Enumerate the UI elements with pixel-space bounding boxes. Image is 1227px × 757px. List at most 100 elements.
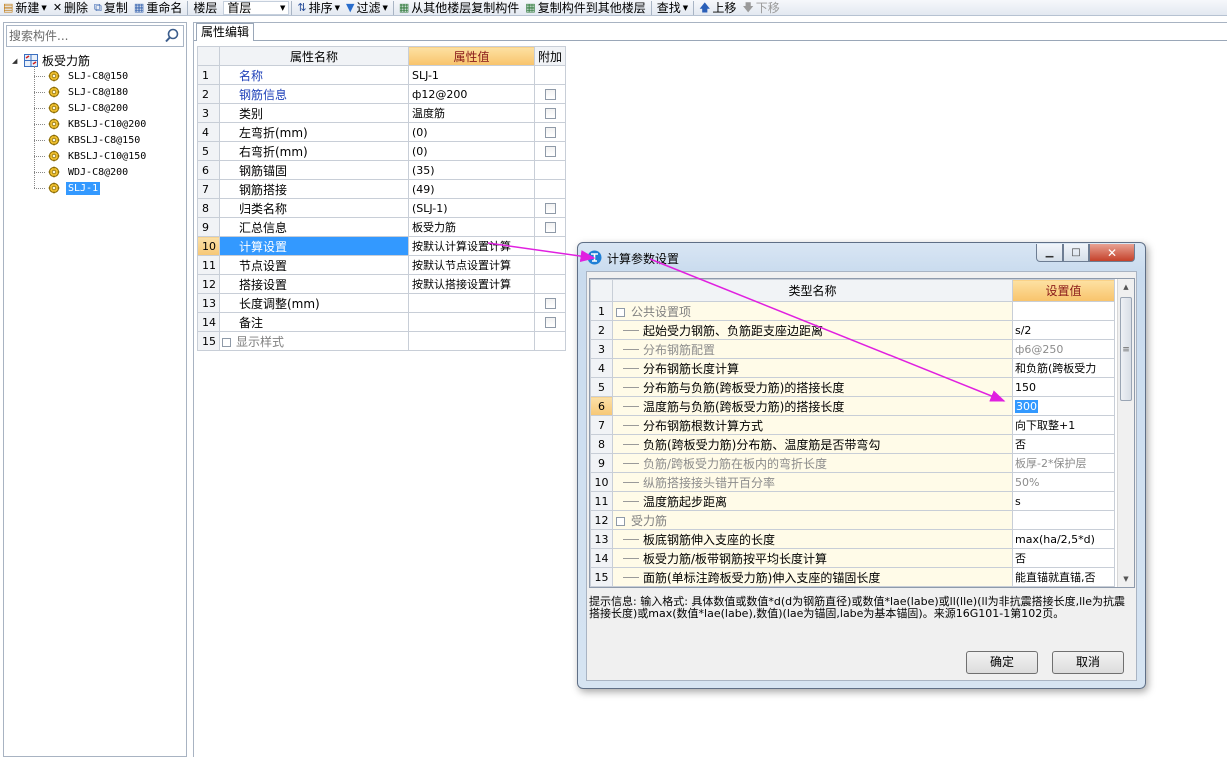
property-name[interactable]: 归类名称: [219, 198, 409, 218]
tab-property-edit[interactable]: 属性编辑: [196, 23, 255, 41]
search-icon[interactable]: [164, 28, 180, 44]
setting-name[interactable]: 负筋(跨板受力筋)分布筋、温度筋是否带弯勾: [612, 434, 1013, 454]
rename-button[interactable]: ▦ 重命名: [131, 0, 185, 15]
setting-value[interactable]: max(ha/2,5*d): [1012, 529, 1115, 549]
property-row[interactable]: 8 归类名称 (SLJ-1): [197, 198, 567, 218]
tree-item[interactable]: SLJ-1: [34, 180, 186, 196]
setting-row[interactable]: 8 负筋(跨板受力筋)分布筋、温度筋是否带弯勾 否: [590, 434, 1115, 454]
setting-name[interactable]: 分布筋与负筋(跨板受力筋)的搭接长度: [612, 377, 1013, 397]
maximize-button[interactable]: □: [1063, 244, 1089, 262]
property-name[interactable]: 钢筋信息: [219, 84, 409, 104]
move-down-button[interactable]: 🡇 下移: [739, 0, 782, 15]
property-name[interactable]: 搭接设置: [219, 274, 409, 294]
setting-value[interactable]: ф6@250: [1012, 339, 1115, 359]
property-row[interactable]: 15 显示样式: [197, 331, 567, 351]
tree-item[interactable]: SLJ-C8@180: [34, 84, 186, 100]
additional-checkbox[interactable]: [544, 146, 556, 157]
additional-checkbox[interactable]: [544, 89, 556, 100]
property-row[interactable]: 9 汇总信息 板受力筋: [197, 217, 567, 237]
property-value[interactable]: 按默认计算设置计算: [408, 236, 535, 256]
copy-button[interactable]: ⧉ 复制: [91, 0, 131, 15]
property-value[interactable]: ф12@200: [408, 84, 535, 104]
setting-row[interactable]: 6 温度筋与负筋(跨板受力筋)的搭接长度 300: [590, 396, 1115, 416]
property-value[interactable]: (0): [408, 141, 535, 161]
delete-button[interactable]: ✕ 删除: [50, 0, 91, 15]
property-row[interactable]: 7 钢筋搭接 (49): [197, 179, 567, 199]
additional-checkbox[interactable]: [544, 222, 556, 233]
settings-scrollbar[interactable]: ▲ ≡ ▼: [1117, 279, 1134, 587]
property-row[interactable]: 2 钢筋信息 ф12@200: [197, 84, 567, 104]
property-value[interactable]: 板受力筋: [408, 217, 535, 237]
property-value[interactable]: 按默认搭接设置计算: [408, 274, 535, 294]
property-name[interactable]: 节点设置: [219, 255, 409, 275]
setting-value[interactable]: [1012, 301, 1115, 321]
additional-checkbox[interactable]: [544, 317, 556, 328]
collapse-minus-icon[interactable]: [616, 307, 625, 317]
setting-name[interactable]: 板底钢筋伸入支座的长度: [612, 529, 1013, 549]
tree-item[interactable]: SLJ-C8@200: [34, 100, 186, 116]
additional-checkbox[interactable]: [544, 203, 556, 214]
property-row[interactable]: 3 类别 温度筋: [197, 103, 567, 123]
additional-checkbox[interactable]: [544, 127, 556, 138]
setting-name[interactable]: 面筋(单标注跨板受力筋)伸入支座的锚固长度: [612, 567, 1013, 587]
property-row[interactable]: 14 备注: [197, 312, 567, 332]
copy-from-floor-button[interactable]: ▦ 从其他楼层复制构件: [396, 0, 522, 15]
property-value[interactable]: (49): [408, 179, 535, 199]
setting-value[interactable]: [1012, 510, 1115, 530]
setting-row[interactable]: 15 面筋(单标注跨板受力筋)伸入支座的锚固长度 能直锚就直锚,否: [590, 567, 1115, 587]
setting-value[interactable]: 300: [1012, 396, 1115, 416]
setting-name[interactable]: 分布钢筋配置: [612, 339, 1013, 359]
setting-value[interactable]: 否: [1012, 434, 1115, 454]
collapse-minus-icon[interactable]: [616, 516, 625, 526]
setting-name[interactable]: 负筋/跨板受力筋在板内的弯折长度: [612, 453, 1013, 473]
property-value[interactable]: [408, 293, 535, 313]
sort-button[interactable]: ⇅ 排序 ▼: [294, 0, 343, 15]
property-name[interactable]: 钢筋搭接: [219, 179, 409, 199]
move-up-button[interactable]: 🡅 上移: [696, 0, 739, 15]
additional-checkbox[interactable]: [544, 108, 556, 119]
property-name[interactable]: 名称: [219, 65, 409, 85]
find-button[interactable]: 查找 ▼: [654, 0, 691, 15]
setting-name[interactable]: 温度筋起步距离: [612, 491, 1013, 511]
setting-value[interactable]: 150: [1012, 377, 1115, 397]
property-row[interactable]: 12 搭接设置 按默认搭接设置计算: [197, 274, 567, 294]
property-value[interactable]: (35): [408, 160, 535, 180]
property-row[interactable]: 13 长度调整(mm): [197, 293, 567, 313]
setting-row[interactable]: 9 负筋/跨板受力筋在板内的弯折长度 板厚-2*保护层: [590, 453, 1115, 473]
property-value[interactable]: SLJ-1: [408, 65, 535, 85]
property-row[interactable]: 10 计算设置 按默认计算设置计算: [197, 236, 567, 256]
setting-name[interactable]: 受力筋: [612, 510, 1013, 530]
setting-row[interactable]: 14 板受力筋/板带钢筋按平均长度计算 否: [590, 548, 1115, 568]
property-name[interactable]: 右弯折(mm): [219, 141, 409, 161]
setting-row[interactable]: 10 纵筋搭接接头错开百分率 50%: [590, 472, 1115, 492]
property-value[interactable]: [408, 312, 535, 332]
property-value[interactable]: 按默认节点设置计算: [408, 255, 535, 275]
setting-value[interactable]: 板厚-2*保护层: [1012, 453, 1115, 473]
tree-item[interactable]: KBSLJ-C10@150: [34, 148, 186, 164]
tree-item[interactable]: KBSLJ-C10@200: [34, 116, 186, 132]
setting-name[interactable]: 公共设置项: [612, 301, 1013, 321]
property-name[interactable]: 备注: [219, 312, 409, 332]
property-value[interactable]: [408, 331, 535, 351]
collapse-triangle-icon[interactable]: ◢: [12, 57, 24, 65]
setting-value[interactable]: 50%: [1012, 472, 1115, 492]
setting-name[interactable]: 纵筋搭接接头错开百分率: [612, 472, 1013, 492]
setting-name[interactable]: 分布钢筋根数计算方式: [612, 415, 1013, 435]
scroll-down-icon[interactable]: ▼: [1118, 571, 1134, 587]
setting-value[interactable]: 向下取整+1: [1012, 415, 1115, 435]
setting-name[interactable]: 温度筋与负筋(跨板受力筋)的搭接长度: [612, 396, 1013, 416]
new-button[interactable]: ▤ 新建 ▼: [0, 0, 50, 15]
setting-name[interactable]: 分布钢筋长度计算: [612, 358, 1013, 378]
setting-row[interactable]: 12 受力筋: [590, 510, 1115, 530]
property-name[interactable]: 左弯折(mm): [219, 122, 409, 142]
setting-value[interactable]: s: [1012, 491, 1115, 511]
property-name[interactable]: 钢筋锚固: [219, 160, 409, 180]
dialog-titlebar[interactable]: 计算参数设置 ▁ □ ✕: [578, 243, 1145, 271]
property-name[interactable]: 长度调整(mm): [219, 293, 409, 313]
setting-row[interactable]: 3 分布钢筋配置 ф6@250: [590, 339, 1115, 359]
setting-row[interactable]: 1 公共设置项: [590, 301, 1115, 321]
property-name[interactable]: 计算设置: [219, 236, 409, 256]
property-value[interactable]: (SLJ-1): [408, 198, 535, 218]
scroll-up-icon[interactable]: ▲: [1118, 279, 1134, 295]
setting-value[interactable]: 否: [1012, 548, 1115, 568]
